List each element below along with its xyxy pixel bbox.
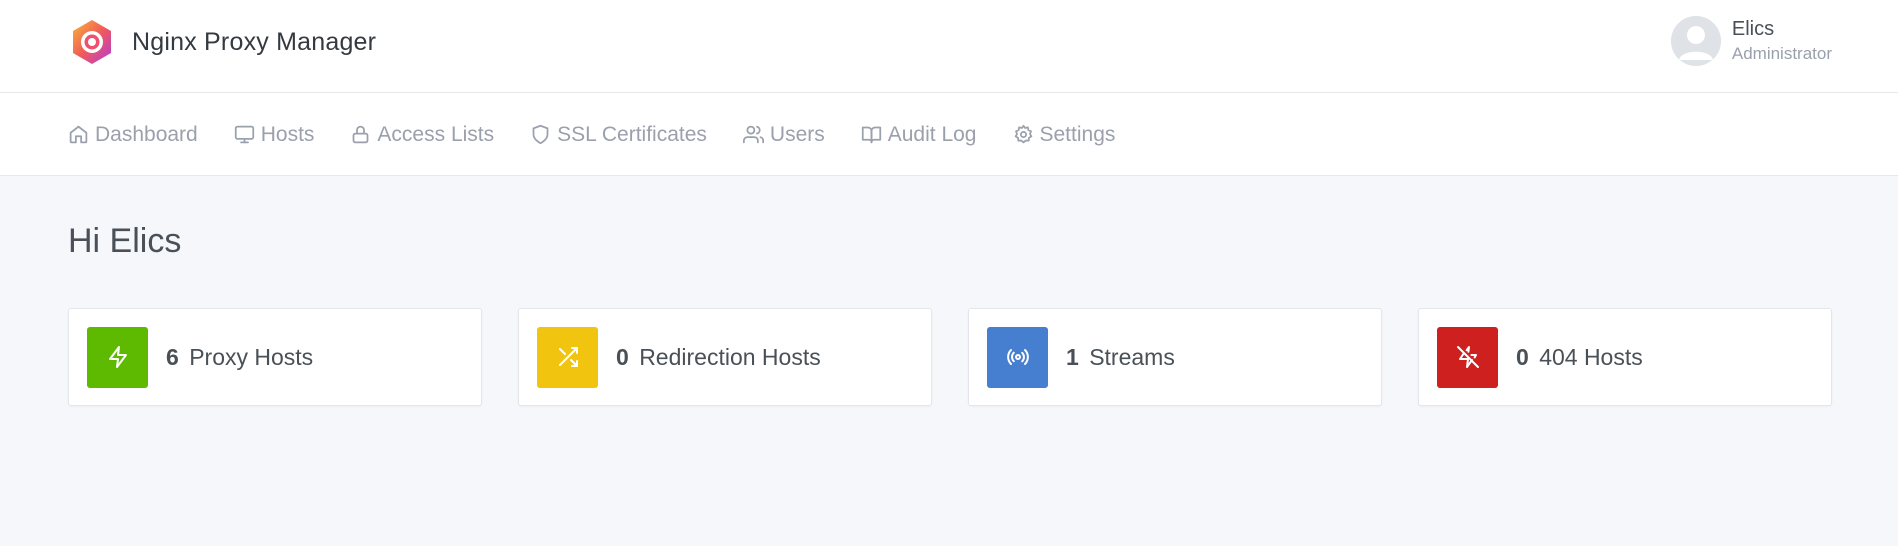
users-icon <box>742 125 764 144</box>
card-icon-box <box>537 326 598 388</box>
card-count: 6 <box>166 343 179 370</box>
brand[interactable]: Nginx Proxy Manager <box>68 18 376 66</box>
nav-item-dashboard[interactable]: Dashboard <box>68 93 198 176</box>
card-icon-box <box>87 326 148 388</box>
user-menu[interactable]: Elics Administrator <box>1670 16 1832 66</box>
nav-item-label: Audit Log <box>887 122 977 146</box>
nav-item-label: SSL Certificates <box>557 122 707 146</box>
card-count: 1 <box>1066 343 1079 370</box>
book-open-icon <box>861 126 881 144</box>
user-role: Administrator <box>1731 44 1832 63</box>
nav-item-label: Settings <box>1039 122 1116 146</box>
page-title: Hi Elics <box>68 222 182 260</box>
stats-cards: 6 Proxy Hosts 0 Redirection Hosts 1 Stre… <box>68 308 1832 406</box>
user-name: Elics <box>1731 18 1775 40</box>
card-proxy-hosts[interactable]: 6 Proxy Hosts <box>68 308 482 406</box>
home-icon <box>69 125 88 144</box>
card-label: Streams <box>1089 343 1175 370</box>
nav-item-audit-log[interactable]: Audit Log <box>861 93 977 176</box>
avatar[interactable] <box>1670 16 1721 66</box>
card-count: 0 <box>1516 343 1529 370</box>
main-nav: Dashboard Hosts Access Lists SSL Certifi… <box>0 93 1898 176</box>
shield-icon <box>532 124 549 145</box>
nav-item-settings[interactable]: Settings <box>1013 93 1116 176</box>
card-count: 0 <box>616 343 629 370</box>
shuffle-icon <box>558 347 578 367</box>
card-label: 404 Hosts <box>1539 343 1643 370</box>
nav-item-access-lists[interactable]: Access Lists <box>350 93 494 176</box>
nav-item-label: Hosts <box>260 122 315 146</box>
card-icon-box <box>987 326 1048 388</box>
nav-item-label: Users <box>769 122 825 146</box>
nginx-proxy-manager-logo-icon <box>73 20 111 64</box>
nav-item-hosts[interactable]: Hosts <box>234 93 315 176</box>
card-label: Redirection Hosts <box>639 343 821 370</box>
lock-icon <box>353 125 369 144</box>
app-title: Nginx Proxy Manager <box>132 27 377 56</box>
user-avatar-icon <box>1670 16 1721 66</box>
monitor-icon <box>234 125 254 144</box>
nav-item-label: Dashboard <box>95 122 198 146</box>
nav-item-ssl-certificates[interactable]: SSL Certificates <box>530 93 707 176</box>
card-redirection-hosts[interactable]: 0 Redirection Hosts <box>518 308 932 406</box>
zap-off-icon <box>1456 346 1479 368</box>
zap-icon <box>108 346 127 368</box>
card-streams[interactable]: 1 Streams <box>968 308 1382 406</box>
card-label: Proxy Hosts <box>189 343 314 370</box>
radio-icon <box>1006 349 1029 365</box>
nav-item-label: Access Lists <box>377 122 495 146</box>
gear-icon <box>1014 124 1032 144</box>
top-header: Nginx Proxy Manager Elics Administrator <box>0 0 1898 93</box>
card-icon-box <box>1437 326 1498 388</box>
nav-item-users[interactable]: Users <box>742 93 825 176</box>
card-404-hosts[interactable]: 0 404 Hosts <box>1418 308 1832 406</box>
